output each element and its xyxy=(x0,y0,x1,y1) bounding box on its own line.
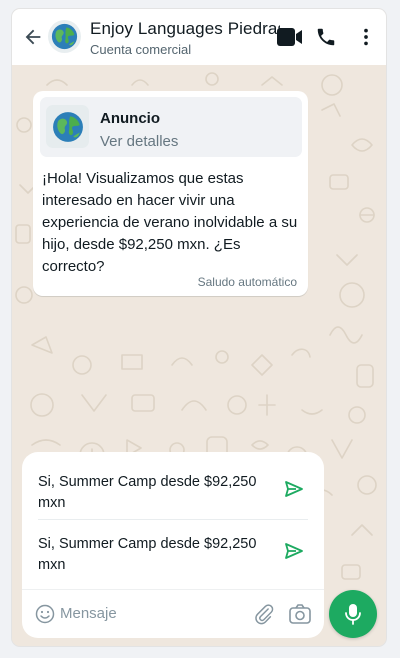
globe-logo-icon xyxy=(52,111,83,142)
globe-logo-icon xyxy=(51,23,78,50)
message-input[interactable] xyxy=(60,601,250,625)
send-icon[interactable] xyxy=(284,542,304,565)
quick-reply-item[interactable]: Si, Summer Camp desde $92,250 mxn xyxy=(38,462,308,522)
ad-details-link[interactable]: Ver detalles xyxy=(100,133,178,150)
arrow-left-icon[interactable] xyxy=(22,26,44,48)
message-bubble: Anuncio Ver detalles ¡Hola! Visualizamos… xyxy=(33,91,308,296)
quick-replies-panel: Si, Summer Camp desde $92,250 mxn Si, Su… xyxy=(22,452,324,638)
message-meta: Saludo automático xyxy=(197,275,297,289)
ad-card[interactable]: Anuncio Ver detalles xyxy=(40,97,302,157)
video-call-icon[interactable] xyxy=(276,26,306,53)
more-vertical-icon[interactable] xyxy=(355,26,377,53)
camera-icon[interactable] xyxy=(288,603,312,630)
chat-header: Enjoy Languages Piedras Cuenta comercial xyxy=(12,9,386,65)
contact-subtitle: Cuenta comercial xyxy=(90,42,192,57)
microphone-button[interactable] xyxy=(329,590,377,638)
phone-icon[interactable] xyxy=(315,26,337,53)
ad-thumbnail xyxy=(46,105,89,148)
quick-reply-text: Si, Summer Camp desde $92,250 mxn xyxy=(38,536,257,573)
divider xyxy=(38,519,308,520)
avatar[interactable] xyxy=(48,20,81,53)
quick-reply-item[interactable]: Si, Summer Camp desde $92,250 mxn xyxy=(38,524,308,584)
microphone-icon xyxy=(345,604,361,625)
send-icon[interactable] xyxy=(284,480,304,503)
quick-reply-text: Si, Summer Camp desde $92,250 mxn xyxy=(38,474,257,511)
emoji-icon[interactable] xyxy=(35,604,55,629)
compose-bar xyxy=(22,590,324,638)
ad-title: Anuncio xyxy=(100,110,160,127)
chat-window: Enjoy Languages Piedras Cuenta comercial xyxy=(12,9,386,646)
message-text: ¡Hola! Visualizamos que estas interesado… xyxy=(42,170,298,275)
attach-icon[interactable] xyxy=(253,603,275,630)
contact-name[interactable]: Enjoy Languages Piedras xyxy=(90,19,280,39)
